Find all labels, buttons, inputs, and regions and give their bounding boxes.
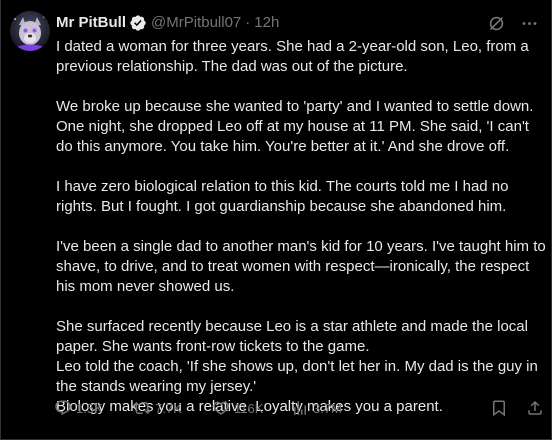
bookmark-icon [493,400,505,417]
repost-button[interactable]: 7.7K [133,399,212,417]
views-button[interactable]: 3.7M [291,399,370,417]
reply-count: 1.5K [76,400,103,416]
tweet-actions-bar: 1.5K 7.7K 116K 3.7M [54,398,544,418]
avatar-image [10,11,50,51]
tweet-paragraph: I have zero biological relation to this … [56,178,509,215]
tweet-card[interactable]: Mr PitBull @MrPitbull07 · 12h I dated a … [0,0,552,440]
more-options-icon[interactable] [520,14,539,33]
grok-icon[interactable] [487,14,506,33]
tweet-paragraph: I dated a woman for three years. She had… [56,38,529,75]
verified-badge-icon [129,14,147,32]
share-button[interactable] [526,399,544,417]
repost-icon [133,401,151,415]
views-count: 3.7M [313,400,342,416]
tweet-header: Mr PitBull @MrPitbull07 · 12h [56,13,539,33]
avatar[interactable] [10,11,50,51]
like-button[interactable]: 116K [212,399,291,417]
share-icon [528,400,542,415]
reply-icon [55,400,71,416]
tweet-paragraph: I've been a single dad to another man's … [56,238,546,295]
tweet-paragraph: We broke up because she wanted to 'party… [56,98,534,155]
heart-icon [213,401,229,415]
tweet-body: I dated a woman for three years. She had… [56,37,546,417]
views-chart-icon [294,401,306,415]
tweet-timestamp[interactable]: 12h [254,13,279,33]
like-count: 116K [234,400,264,416]
header-separator: · [245,14,251,31]
reply-button[interactable]: 1.5K [54,399,133,417]
author-handle[interactable]: @MrPitbull07 [151,13,241,33]
header-actions [487,14,539,33]
author-display-name[interactable]: Mr PitBull [56,13,126,33]
bookmark-button[interactable] [490,399,508,417]
repost-count: 7.7K [155,400,182,416]
